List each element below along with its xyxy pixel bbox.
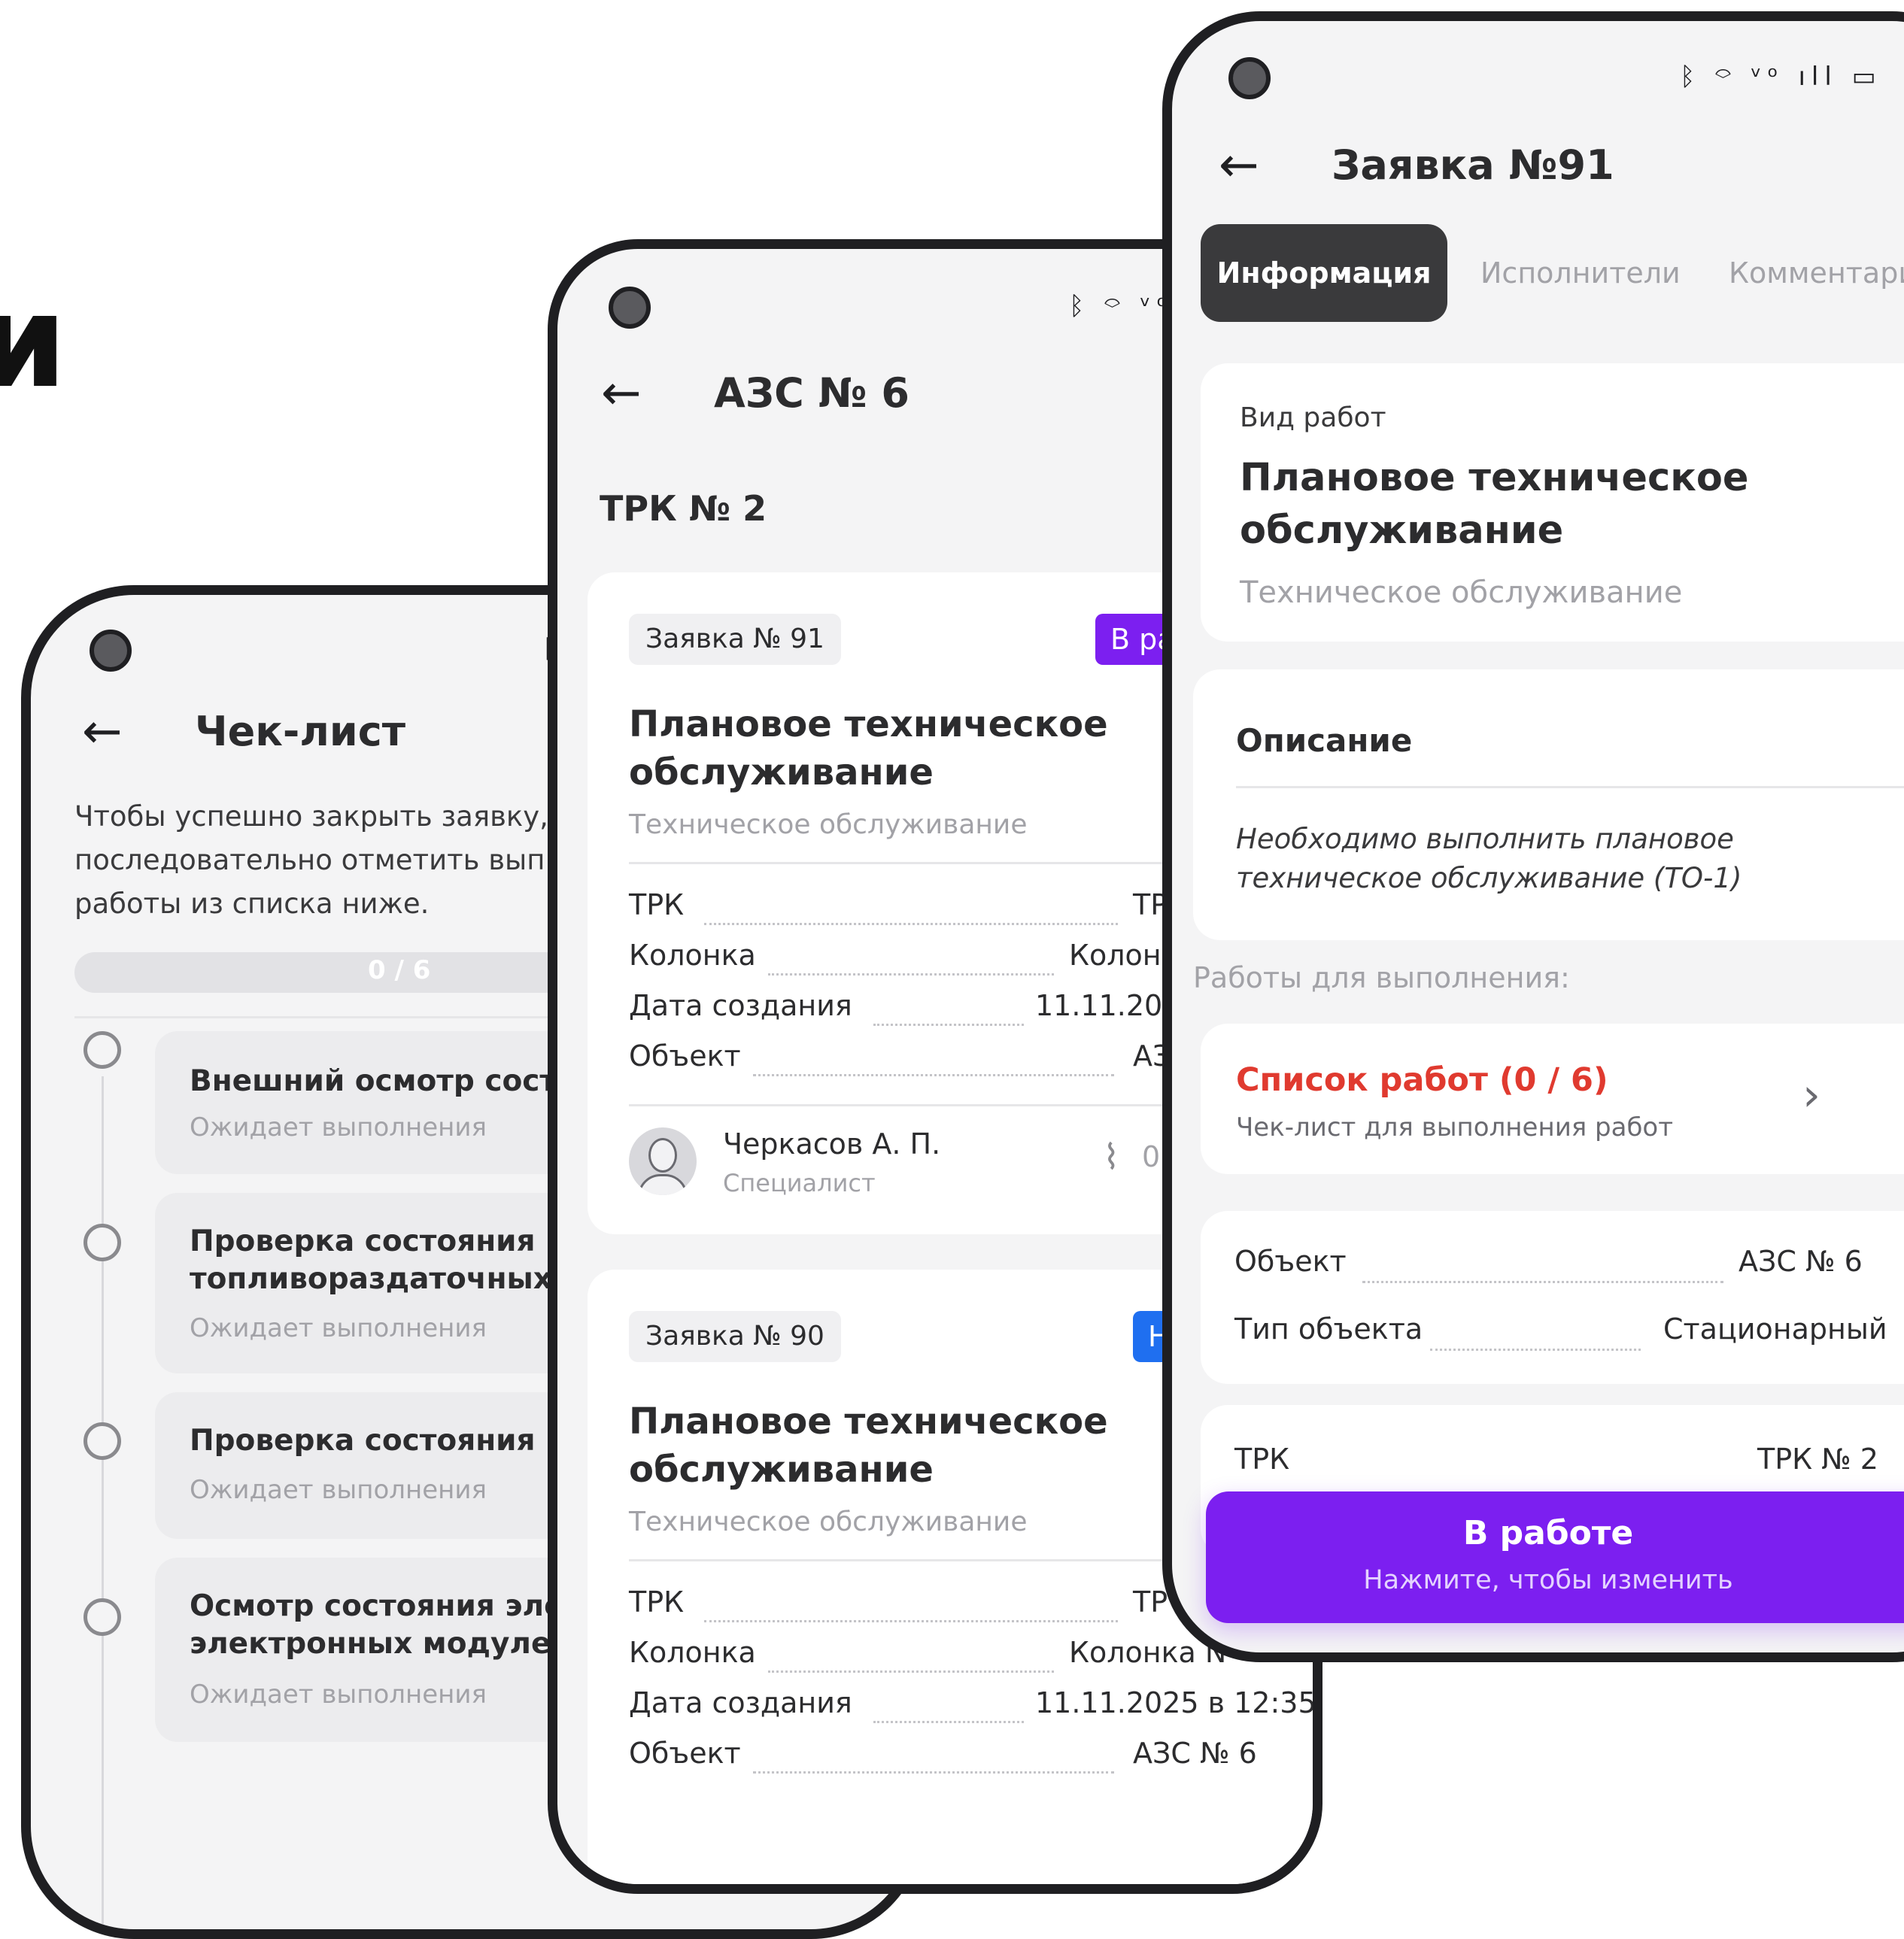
check-circle-4[interactable] (84, 1598, 121, 1636)
description-text: Необходимо выполнить плановое техническо… (1236, 823, 1742, 894)
row-value-object-type: Стационарный (1663, 1312, 1887, 1346)
avatar-head (648, 1138, 677, 1173)
row-label-object: Объект (629, 1737, 741, 1770)
row-value-created: 11.11.2025 в 12:35 (1035, 1686, 1316, 1719)
front-camera (1228, 57, 1271, 99)
tab-info[interactable]: Информация (1201, 224, 1447, 322)
checklist-item-status: Ожидает выполнения (190, 1313, 487, 1343)
chevron-right-icon: › (1802, 1069, 1820, 1121)
row-leader (1362, 1281, 1723, 1283)
check-circle-3[interactable] (84, 1422, 121, 1460)
checklist-description: Чтобы успешно закрыть заявку, последоват… (74, 800, 548, 920)
status-bar-icons: ᛒ ⌔ ᵛᵒ ıll ▭ (1680, 62, 1882, 92)
row-label-trk: ТРК (629, 1585, 685, 1619)
row-label-object: Объект (1234, 1245, 1347, 1278)
assignee-name: Черкасов А. П. (723, 1127, 941, 1161)
row-label-trk: ТРК (629, 888, 685, 921)
avatar (629, 1127, 697, 1195)
row-label-trk: ТРК (1234, 1443, 1290, 1476)
station-title: АЗС № 6 (714, 369, 909, 417)
front-camera (609, 287, 651, 329)
order-number-chip: Заявка № 91 (629, 614, 841, 665)
phone-order: ᛒ ⌔ ᵛᵒ ıll ▭ ← Заявка №91 Информация Исп… (1162, 11, 1904, 1662)
row-leader (753, 1771, 1114, 1774)
status-button-hint: Нажмите, чтобы изменить (1363, 1565, 1733, 1595)
order-subtitle: Техническое обслуживание (629, 809, 1028, 840)
work-type-label: Вид работ (1240, 402, 1386, 433)
back-arrow-icon[interactable]: ← (1219, 141, 1259, 190)
attachment-count: 0 (1142, 1140, 1161, 1173)
checklist-item-title-line2: электронных модулей (190, 1627, 572, 1661)
works-list-link[interactable]: Список работ (0 / 6) Чек-лист для выполн… (1201, 1024, 1904, 1174)
row-leader (873, 1024, 1024, 1026)
order-subtitle: Техническое обслуживание (629, 1507, 1028, 1537)
status-change-button[interactable]: В работе Нажмите, чтобы изменить (1206, 1491, 1904, 1623)
checklist-item-status: Ожидает выполнения (190, 1475, 487, 1505)
row-label-column: Колонка (629, 1636, 756, 1669)
check-circle-1[interactable] (84, 1031, 121, 1069)
progress-label: 0 / 6 (368, 955, 431, 985)
row-value-object: АЗС № 6 (1133, 1737, 1257, 1770)
row-leader (768, 1670, 1054, 1673)
row-label-column: Колонка (629, 939, 756, 972)
work-type-subtitle: Техническое обслуживание (1240, 575, 1683, 610)
row-leader (1430, 1349, 1641, 1351)
assignee-role: Специалист (723, 1169, 876, 1197)
back-arrow-icon[interactable]: ← (82, 708, 123, 756)
description-heading: Описание (1236, 722, 1413, 759)
row-value-object: АЗС № 6 (1739, 1245, 1863, 1278)
hero-heading-fragment: и (0, 268, 68, 417)
row-label-object-type: Тип объекта (1234, 1312, 1423, 1346)
row-label-object: Объект (629, 1039, 741, 1073)
description-card: Описание Необходимо выполнить плановое т… (1193, 669, 1904, 940)
row-label-created: Дата создания (629, 989, 852, 1022)
works-section-label: Работы для выполнения: (1193, 961, 1570, 994)
work-type-card: Вид работ Плановое техническое обслужива… (1201, 363, 1904, 642)
row-leader (753, 1074, 1114, 1076)
section-title: ТРК № 2 (600, 488, 767, 529)
order-title: Плановое техническое обслуживание (629, 703, 1108, 794)
row-leader (704, 1620, 1118, 1622)
row-label-created: Дата создания (629, 1686, 852, 1719)
timeline-line (102, 1076, 104, 1929)
works-list-title: Список работ (0 / 6) (1236, 1061, 1608, 1099)
order-title: Плановое техническое обслуживание (629, 1400, 1108, 1491)
status-bar-icons: ᛒ ⌔ ᵛᵒ (1069, 291, 1174, 321)
row-leader (704, 923, 1118, 925)
status-button-title: В работе (1462, 1514, 1634, 1552)
order-number-chip: Заявка № 90 (629, 1311, 841, 1362)
checklist-item-status: Ожидает выполнения (190, 1112, 487, 1142)
row-leader (873, 1721, 1024, 1723)
row-value-trk: ТР (1133, 1585, 1168, 1619)
work-type-title: Плановое техническое обслуживание (1240, 456, 1749, 553)
object-info-card: Объект АЗС № 6 Тип объекта Стационарный (1201, 1211, 1904, 1384)
avatar-body (638, 1174, 688, 1195)
order-title: Заявка №91 (1332, 141, 1614, 189)
description-divider (1236, 786, 1904, 788)
row-value-trk: ТРК № 2 (1757, 1443, 1878, 1476)
tab-executors[interactable]: Исполнители (1480, 224, 1681, 322)
checklist-item-status: Ожидает выполнения (190, 1680, 487, 1710)
checklist-item-title: Проверка состояния (190, 1224, 536, 1258)
front-camera (90, 630, 132, 672)
paperclip-icon: ⌇ (1103, 1136, 1120, 1177)
tab-comments[interactable]: Комментари (1729, 224, 1904, 322)
back-arrow-icon[interactable]: ← (601, 369, 642, 417)
checklist-title: Чек-лист (195, 708, 406, 755)
check-circle-2[interactable] (84, 1224, 121, 1261)
row-leader (768, 973, 1054, 976)
works-list-subtitle: Чек-лист для выполнения работ (1236, 1112, 1674, 1142)
